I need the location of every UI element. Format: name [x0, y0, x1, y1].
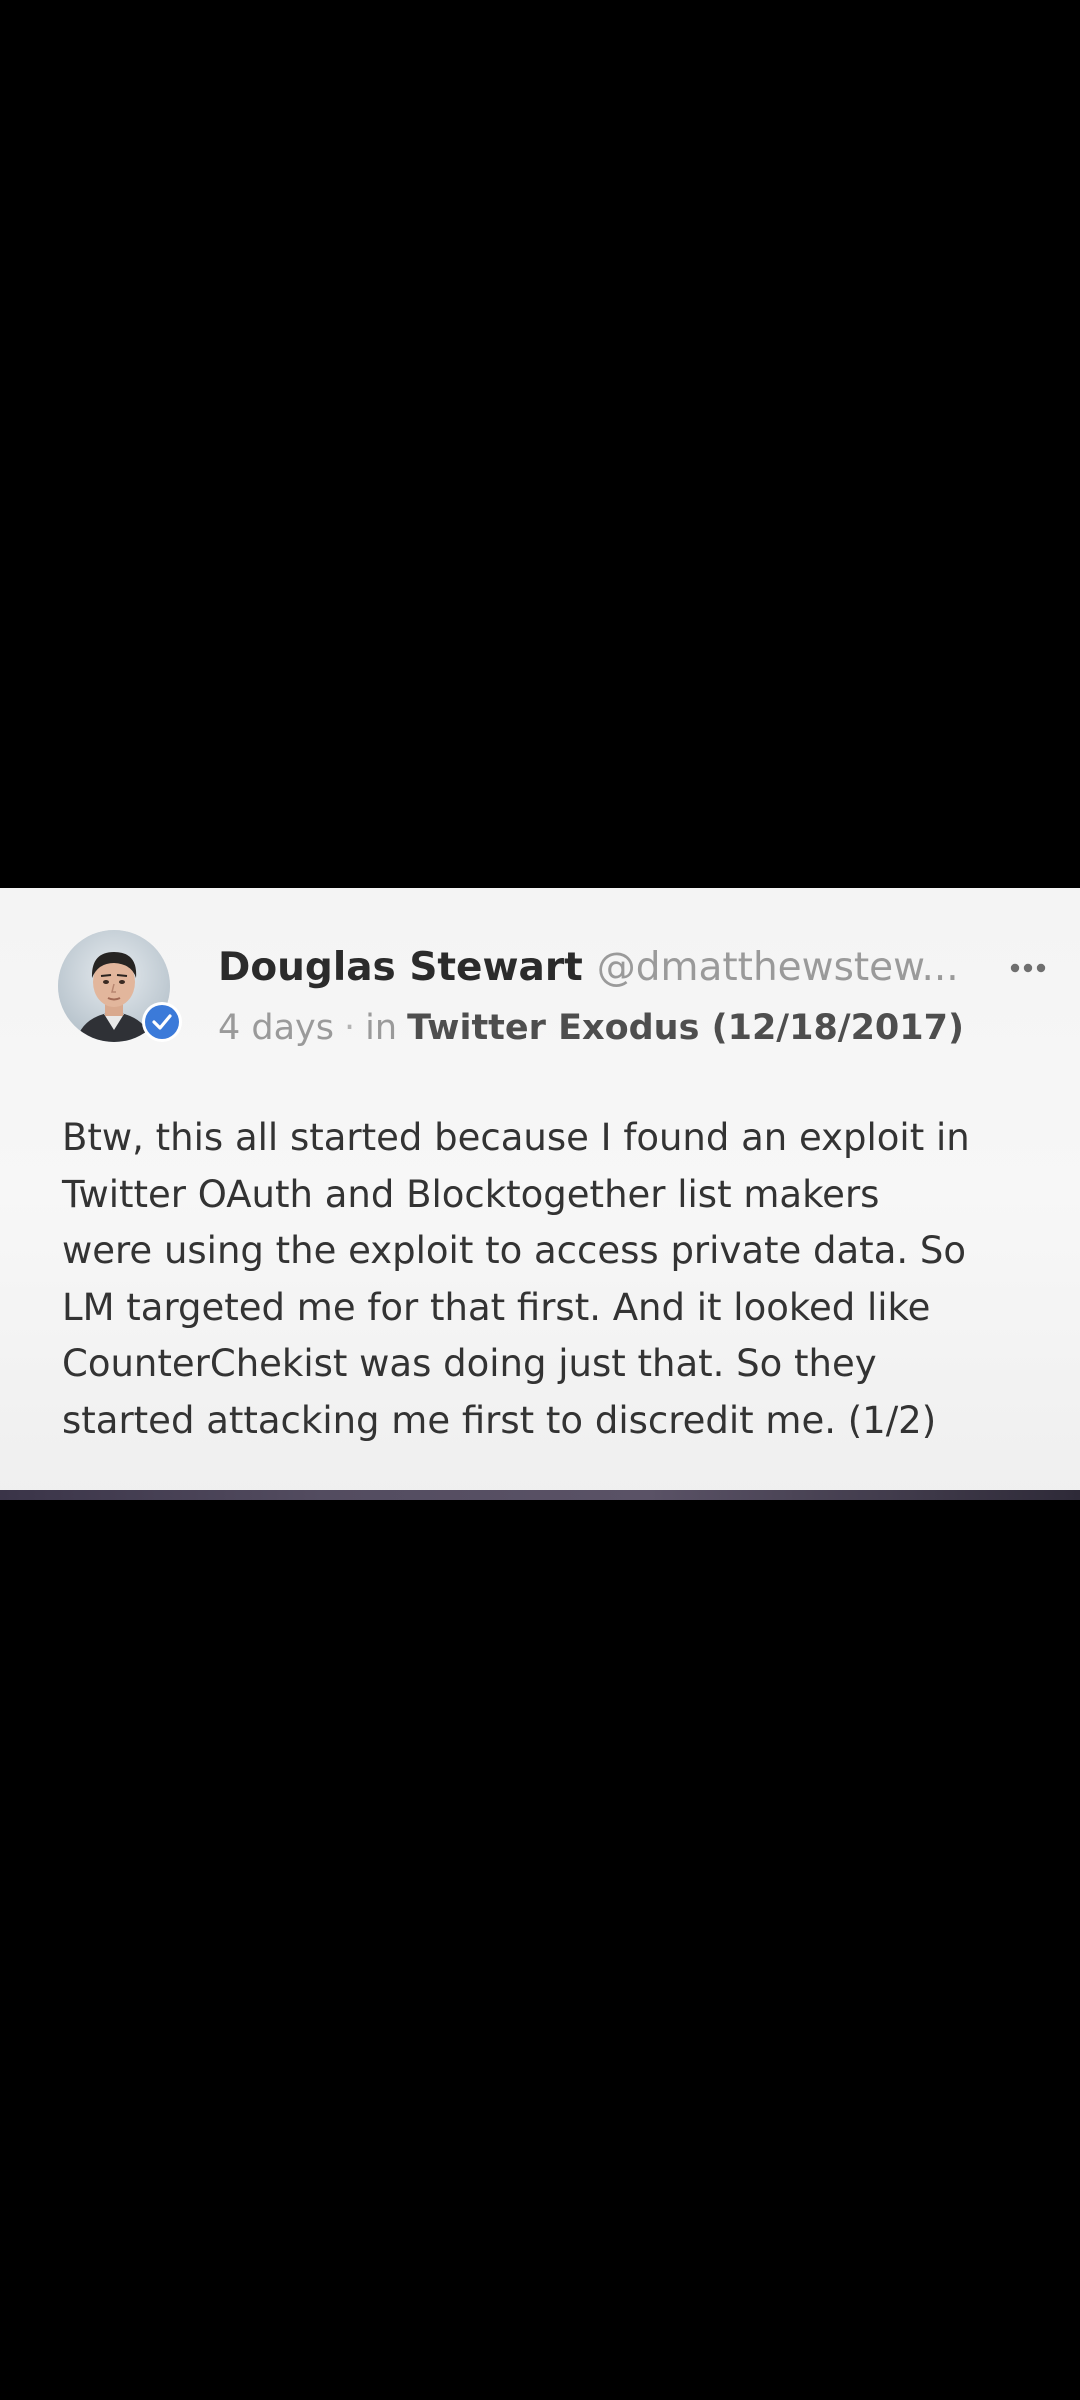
- post-body-line: Btw, this all started because I found an…: [62, 1116, 970, 1159]
- post-body-line: CounterChekist was doing just that. So t…: [62, 1342, 877, 1385]
- group-link[interactable]: Twitter Exodus (12/18/2017): [407, 1006, 964, 1050]
- author-name[interactable]: Douglas Stewart: [218, 944, 583, 992]
- screen: Douglas Stewart @dmatthewstew... 4 days …: [0, 0, 1080, 2400]
- post-body-line: started attacking me first to discredit …: [62, 1398, 937, 1442]
- author-avatar-container[interactable]: [58, 930, 182, 1042]
- more-options-button[interactable]: [1008, 958, 1048, 978]
- post-timestamp[interactable]: 4 days: [218, 1006, 334, 1050]
- post-body-line: were using the exploit to access private…: [62, 1229, 967, 1272]
- post-header: Douglas Stewart @dmatthewstew... 4 days …: [218, 944, 1018, 1050]
- post-body-line: LM targeted me for that first. And it lo…: [62, 1285, 931, 1329]
- meta-separator: ·: [344, 1008, 356, 1048]
- verified-check-icon: [145, 1005, 179, 1039]
- more-options-icon: [1010, 963, 1046, 973]
- meta-in-label: in: [365, 1008, 398, 1048]
- author-handle[interactable]: @dmatthewstew...: [597, 944, 959, 992]
- author-line: Douglas Stewart @dmatthewstew...: [218, 944, 1018, 992]
- post-card: Douglas Stewart @dmatthewstew... 4 days …: [0, 888, 1080, 1500]
- verified-badge: [142, 1002, 182, 1042]
- post-body: Btw, this all started because I found an…: [62, 1110, 1052, 1449]
- post-body-line: Twitter OAuth and Blocktogether list mak…: [62, 1172, 880, 1216]
- post-meta: 4 days · in Twitter Exodus (12/18/2017): [218, 1006, 1018, 1050]
